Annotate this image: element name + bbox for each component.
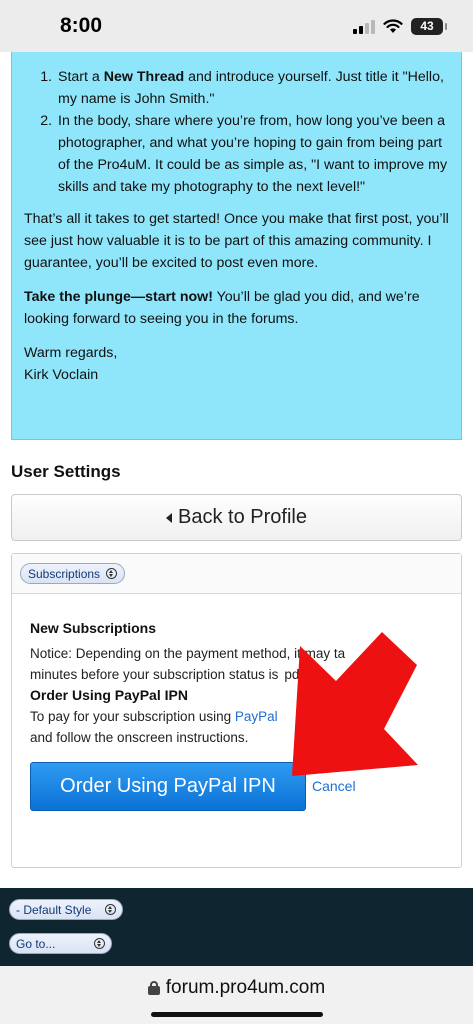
signature: Kirk Voclain <box>24 367 99 383</box>
welcome-paragraph-cta: Take the plunge—start now! You’ll be gla… <box>24 289 420 327</box>
forum-footer: - Default Style Go to... <box>0 888 473 966</box>
home-indicator[interactable] <box>151 1012 323 1017</box>
steps-list: Start a New Thread and introduce yoursel… <box>24 66 449 198</box>
url-text: forum.pro4um.com <box>165 977 326 998</box>
updown-chevron-icon <box>105 904 116 915</box>
order-paypal-button[interactable]: Order Using PayPal IPN <box>30 762 306 811</box>
status-time: 8:00 <box>60 14 103 37</box>
order-actions: Order Using PayPal IPN Cancel <box>30 762 443 811</box>
subscriptions-select[interactable]: Subscriptions <box>20 563 126 584</box>
lock-icon <box>147 981 160 995</box>
cellular-signal-icon <box>353 19 375 34</box>
battery-icon: 43 <box>411 18 447 35</box>
cancel-link[interactable]: Cancel <box>312 776 356 797</box>
step-item: In the body, share where you’re from, ho… <box>56 110 449 198</box>
style-select[interactable]: - Default Style <box>9 899 123 920</box>
status-icons: 43 <box>353 18 447 35</box>
payment-notice: Notice: Depending on the payment method,… <box>30 646 397 682</box>
updown-chevron-icon <box>106 568 118 579</box>
welcome-paragraph: That’s all it takes to get started! Once… <box>24 211 449 271</box>
paypal-instructions: To pay for your subscription using PayPa… <box>30 709 382 745</box>
goto-select[interactable]: Go to... <box>9 933 112 954</box>
caret-left-icon <box>166 512 173 523</box>
new-thread-text: New Thread <box>103 69 185 85</box>
new-subscriptions-heading: New Subscriptions <box>30 620 157 636</box>
order-paypal-heading: Order Using PayPal IPN <box>30 687 188 703</box>
wifi-icon <box>383 19 403 33</box>
subscriptions-body: New Subscriptions Notice: Depending on t… <box>12 594 461 811</box>
step-item: Start a New Thread and introduce yoursel… <box>56 66 449 110</box>
welcome-message: Start a New Thread and introduce yoursel… <box>11 52 462 440</box>
back-to-profile-button[interactable]: Back to Profile <box>11 494 462 541</box>
closing: Warm regards, Kirk Voclain <box>24 345 118 383</box>
status-bar: 8:00 43 <box>0 0 473 52</box>
subscriptions-panel: Subscriptions New Subscriptions Notice: … <box>11 553 462 868</box>
subscriptions-header: Subscriptions <box>12 554 461 594</box>
updown-chevron-icon <box>94 938 105 949</box>
user-settings-heading: User Settings <box>11 462 121 481</box>
back-to-profile-label: Back to Profile <box>178 506 307 528</box>
paypal-link[interactable]: PayPal <box>235 709 278 724</box>
